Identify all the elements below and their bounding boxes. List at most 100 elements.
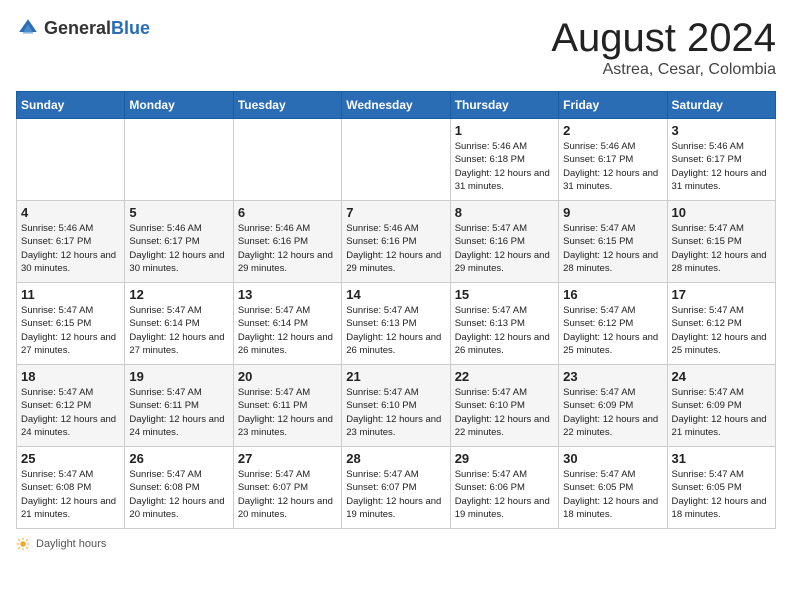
day-info: Sunrise: 5:47 AM Sunset: 6:07 PM Dayligh… [238, 468, 337, 521]
day-number: 7 [346, 205, 445, 220]
day-number: 29 [455, 451, 554, 466]
weekday-header-thursday: Thursday [450, 92, 558, 119]
day-number: 14 [346, 287, 445, 302]
day-number: 15 [455, 287, 554, 302]
calendar-week-row: 11Sunrise: 5:47 AM Sunset: 6:15 PM Dayli… [17, 283, 776, 365]
weekday-header-wednesday: Wednesday [342, 92, 450, 119]
day-info: Sunrise: 5:47 AM Sunset: 6:05 PM Dayligh… [672, 468, 771, 521]
day-number: 22 [455, 369, 554, 384]
day-number: 18 [21, 369, 120, 384]
day-info: Sunrise: 5:47 AM Sunset: 6:14 PM Dayligh… [129, 304, 228, 357]
day-number: 26 [129, 451, 228, 466]
day-number: 12 [129, 287, 228, 302]
calendar-cell: 20Sunrise: 5:47 AM Sunset: 6:11 PM Dayli… [233, 365, 341, 447]
day-info: Sunrise: 5:47 AM Sunset: 6:05 PM Dayligh… [563, 468, 662, 521]
day-number: 27 [238, 451, 337, 466]
day-info: Sunrise: 5:47 AM Sunset: 6:12 PM Dayligh… [672, 304, 771, 357]
weekday-header-sunday: Sunday [17, 92, 125, 119]
day-number: 28 [346, 451, 445, 466]
day-number: 21 [346, 369, 445, 384]
day-info: Sunrise: 5:46 AM Sunset: 6:17 PM Dayligh… [21, 222, 120, 275]
calendar-cell: 5 Sunrise: 5:46 AM Sunset: 6:17 PM Daylig… [125, 201, 233, 283]
day-info: Sunrise: 5:47 AM Sunset: 6:09 PM Dayligh… [563, 386, 662, 439]
logo-general: General [44, 18, 111, 38]
calendar-cell: 12 Sunrise: 5:47 AM Sunset: 6:14 PM Dayli… [125, 283, 233, 365]
day-number: 31 [672, 451, 771, 466]
calendar-cell: 2Sunrise: 5:46 AM Sunset: 6:17 PM Daylig… [559, 119, 667, 201]
calendar-cell: 30 Sunrise: 5:47 AM Sunset: 6:05 PM Dayli… [559, 447, 667, 529]
day-number: 11 [21, 287, 120, 302]
weekday-header-friday: Friday [559, 92, 667, 119]
calendar-cell: 16 Sunrise: 5:47 AM Sunset: 6:12 PM Dayli… [559, 283, 667, 365]
calendar-cell [342, 119, 450, 201]
day-info: Sunrise: 5:46 AM Sunset: 6:17 PM Dayligh… [129, 222, 228, 275]
calendar-week-row: 4 Sunrise: 5:46 AM Sunset: 6:17 PM Daylig… [17, 201, 776, 283]
footer-note: Daylight hours [16, 537, 776, 551]
day-number: 1 [455, 123, 554, 138]
calendar-cell: 21 Sunrise: 5:47 AM Sunset: 6:10 PM Dayli… [342, 365, 450, 447]
calendar-cell: 9Sunrise: 5:47 AM Sunset: 6:15 PM Daylig… [559, 201, 667, 283]
calendar-cell: 22 Sunrise: 5:47 AM Sunset: 6:10 PM Dayli… [450, 365, 558, 447]
calendar-cell: 10 Sunrise: 5:47 AM Sunset: 6:15 PM Dayli… [667, 201, 775, 283]
day-number: 16 [563, 287, 662, 302]
calendar-cell: 24 Sunrise: 5:47 AM Sunset: 6:09 PM Dayli… [667, 365, 775, 447]
calendar-cell: 4 Sunrise: 5:46 AM Sunset: 6:17 PM Daylig… [17, 201, 125, 283]
day-info: Sunrise: 5:47 AM Sunset: 6:08 PM Dayligh… [21, 468, 120, 521]
day-info: Sunrise: 5:47 AM Sunset: 6:08 PM Dayligh… [129, 468, 228, 521]
day-number: 23 [563, 369, 662, 384]
day-info: Sunrise: 5:47 AM Sunset: 6:11 PM Dayligh… [129, 386, 228, 439]
calendar-cell [17, 119, 125, 201]
calendar-cell: 3Sunrise: 5:46 AM Sunset: 6:17 PM Daylig… [667, 119, 775, 201]
day-info: Sunrise: 5:47 AM Sunset: 6:12 PM Dayligh… [21, 386, 120, 439]
day-number: 30 [563, 451, 662, 466]
day-info: Sunrise: 5:47 AM Sunset: 6:07 PM Dayligh… [346, 468, 445, 521]
header: GeneralBlue August 2024 Astrea, Cesar, C… [16, 16, 776, 79]
calendar-cell: 15 Sunrise: 5:47 AM Sunset: 6:13 PM Dayli… [450, 283, 558, 365]
calendar-cell: 23 Sunrise: 5:47 AM Sunset: 6:09 PM Dayli… [559, 365, 667, 447]
calendar-cell: 26 Sunrise: 5:47 AM Sunset: 6:08 PM Dayli… [125, 447, 233, 529]
day-info: Sunrise: 5:47 AM Sunset: 6:06 PM Dayligh… [455, 468, 554, 521]
day-info: Sunrise: 5:47 AM Sunset: 6:10 PM Dayligh… [346, 386, 445, 439]
calendar-week-row: 18 Sunrise: 5:47 AM Sunset: 6:12 PM Dayli… [17, 365, 776, 447]
day-info: Sunrise: 5:47 AM Sunset: 6:10 PM Dayligh… [455, 386, 554, 439]
day-info: Sunrise: 5:46 AM Sunset: 6:16 PM Dayligh… [238, 222, 337, 275]
calendar-cell [233, 119, 341, 201]
daylight-label: Daylight hours [36, 538, 106, 550]
sun-icon [16, 537, 30, 551]
calendar-table: SundayMondayTuesdayWednesdayThursdayFrid… [16, 91, 776, 529]
calendar-cell: 29 Sunrise: 5:47 AM Sunset: 6:06 PM Dayli… [450, 447, 558, 529]
day-info: Sunrise: 5:47 AM Sunset: 6:13 PM Dayligh… [455, 304, 554, 357]
weekday-header-row: SundayMondayTuesdayWednesdayThursdayFrid… [17, 92, 776, 119]
calendar-cell: 7 Sunrise: 5:46 AM Sunset: 6:16 PM Daylig… [342, 201, 450, 283]
day-number: 10 [672, 205, 771, 220]
calendar-cell: 6Sunrise: 5:46 AM Sunset: 6:16 PM Daylig… [233, 201, 341, 283]
weekday-header-tuesday: Tuesday [233, 92, 341, 119]
day-info: Sunrise: 5:47 AM Sunset: 6:15 PM Dayligh… [672, 222, 771, 275]
day-number: 3 [672, 123, 771, 138]
weekday-header-saturday: Saturday [667, 92, 775, 119]
title-area: August 2024 Astrea, Cesar, Colombia [551, 16, 776, 79]
day-number: 24 [672, 369, 771, 384]
calendar-cell: 1Sunrise: 5:46 AM Sunset: 6:18 PM Daylig… [450, 119, 558, 201]
day-info: Sunrise: 5:47 AM Sunset: 6:14 PM Dayligh… [238, 304, 337, 357]
calendar-cell: 13Sunrise: 5:47 AM Sunset: 6:14 PM Dayli… [233, 283, 341, 365]
day-number: 17 [672, 287, 771, 302]
day-number: 4 [21, 205, 120, 220]
day-number: 20 [238, 369, 337, 384]
day-number: 9 [563, 205, 662, 220]
calendar-cell: 27 Sunrise: 5:47 AM Sunset: 6:07 PM Dayli… [233, 447, 341, 529]
calendar-subtitle: Astrea, Cesar, Colombia [551, 61, 776, 79]
day-info: Sunrise: 5:47 AM Sunset: 6:12 PM Dayligh… [563, 304, 662, 357]
weekday-header-monday: Monday [125, 92, 233, 119]
day-number: 2 [563, 123, 662, 138]
calendar-week-row: 25 Sunrise: 5:47 AM Sunset: 6:08 PM Dayli… [17, 447, 776, 529]
calendar-cell: 31 Sunrise: 5:47 AM Sunset: 6:05 PM Dayli… [667, 447, 775, 529]
day-info: Sunrise: 5:46 AM Sunset: 6:16 PM Dayligh… [346, 222, 445, 275]
day-number: 5 [129, 205, 228, 220]
day-number: 25 [21, 451, 120, 466]
calendar-cell: 25 Sunrise: 5:47 AM Sunset: 6:08 PM Dayli… [17, 447, 125, 529]
day-number: 19 [129, 369, 228, 384]
day-info: Sunrise: 5:47 AM Sunset: 6:09 PM Dayligh… [672, 386, 771, 439]
calendar-cell: 8Sunrise: 5:47 AM Sunset: 6:16 PM Daylig… [450, 201, 558, 283]
calendar-cell: 28 Sunrise: 5:47 AM Sunset: 6:07 PM Dayli… [342, 447, 450, 529]
